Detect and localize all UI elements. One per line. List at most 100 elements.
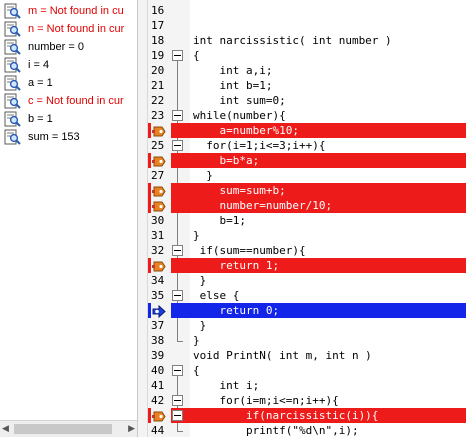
fold-toggle-icon[interactable] (172, 110, 183, 121)
breakpoint-line[interactable]: number=number/10; (148, 198, 466, 213)
panel-splitter[interactable] (138, 0, 148, 437)
breakpoint-icon[interactable] (151, 123, 171, 138)
code-line[interactable]: 19 { (148, 48, 466, 63)
watch-icon (4, 75, 22, 91)
watch-item[interactable]: a = 1 (0, 74, 137, 92)
code-line[interactable]: 31} (148, 228, 466, 243)
code-text: { (193, 364, 200, 377)
code-text: } (193, 274, 207, 287)
scroll-left-icon[interactable]: ◀ (2, 424, 9, 434)
code-line[interactable]: 38} (148, 333, 466, 348)
code-text: int a,i; (193, 64, 273, 77)
watch-item[interactable]: c = Not found in cur (0, 92, 137, 110)
watch-expression: c = Not found in cur (28, 95, 124, 107)
line-number: 16 (151, 3, 171, 18)
breakpoint-icon[interactable] (151, 258, 171, 273)
line-number: 32 (151, 243, 171, 258)
code-editor[interactable]: 16 17 18 int narcissistic( int number ) 19 {2… (148, 0, 466, 437)
code-text: number=number/10; (193, 199, 333, 212)
code-line[interactable]: 18 int narcissistic( int number ) (148, 33, 466, 48)
code-line[interactable]: 40 { (148, 363, 466, 378)
watch-item[interactable]: n = Not found in cur (0, 20, 137, 38)
watch-panel: m = Not found in cu n = Not found in cur n… (0, 0, 138, 437)
code-text: for(i=m;i<=n;i++){ (193, 394, 339, 407)
watch-icon (4, 3, 22, 19)
scroll-thumb[interactable] (14, 424, 112, 434)
code-line[interactable]: 30 b=1; (148, 213, 466, 228)
code-line[interactable]: 22 int sum=0; (148, 93, 466, 108)
code-text: while(number){ (193, 109, 286, 122)
watch-item[interactable]: i = 4 (0, 56, 137, 74)
line-number: 34 (151, 273, 171, 288)
breakpoint-line[interactable]: sum=sum+b; (148, 183, 466, 198)
breakpoint-line[interactable]: if(narcissistic(i)){ (148, 408, 466, 423)
code-line[interactable]: 17 (148, 18, 466, 33)
code-text: int narcissistic( int number ) (193, 34, 392, 47)
code-text: if(sum==number){ (193, 244, 306, 257)
line-number: 18 (151, 33, 171, 48)
breakpoint-icon[interactable] (151, 408, 171, 423)
fold-toggle-icon[interactable] (172, 365, 183, 376)
code-text: { (193, 49, 200, 62)
watch-item[interactable]: b = 1 (0, 110, 137, 128)
watch-icon (4, 129, 22, 145)
code-text: int i; (193, 379, 260, 392)
code-line[interactable]: 32 if(sum==number){ (148, 243, 466, 258)
fold-toggle-icon[interactable] (172, 50, 183, 61)
watch-icon (4, 93, 22, 109)
code-text: else { (193, 289, 240, 302)
code-text: } (193, 319, 207, 332)
watch-expression: a = 1 (28, 77, 53, 89)
line-number: 40 (151, 363, 171, 378)
code-line[interactable]: 34 } (148, 273, 466, 288)
watch-icon (4, 39, 22, 55)
breakpoint-icon[interactable] (151, 183, 171, 198)
watch-expression: sum = 153 (28, 131, 80, 143)
scroll-right-icon[interactable]: ▶ (128, 424, 135, 434)
watch-icon (4, 111, 22, 127)
code-text: b=b*a; (193, 154, 260, 167)
line-number: 30 (151, 213, 171, 228)
breakpoint-icon[interactable] (151, 198, 171, 213)
breakpoint-icon[interactable] (151, 153, 171, 168)
watch-expression: b = 1 (28, 113, 53, 125)
fold-toggle-icon[interactable] (172, 140, 183, 151)
code-line[interactable]: 35 else { (148, 288, 466, 303)
code-line[interactable]: 16 (148, 3, 466, 18)
code-line[interactable]: 23 while(number){ (148, 108, 466, 123)
fold-toggle-icon[interactable] (172, 395, 183, 406)
code-line[interactable]: 39 void PrintN( int m, int n ) (148, 348, 466, 363)
code-line[interactable]: 44 printf("%d\n",i); (148, 423, 466, 437)
line-number: 44 (151, 423, 171, 437)
watch-expression: m = Not found in cu (28, 5, 124, 17)
watch-icon (4, 57, 22, 73)
current-line[interactable]: return 0; (148, 303, 466, 319)
line-number: 37 (151, 318, 171, 333)
watch-item[interactable]: sum = 153 (0, 128, 137, 146)
code-line[interactable]: 42 for(i=m;i<=n;i++){ (148, 393, 466, 408)
code-line[interactable]: 25 for(i=1;i<=3;i++){ (148, 138, 466, 153)
watch-expression: n = Not found in cur (28, 23, 125, 35)
code-text: sum=sum+b; (193, 184, 286, 197)
code-line[interactable]: 20 int a,i; (148, 63, 466, 78)
line-number: 38 (151, 333, 171, 348)
horizontal-scrollbar[interactable]: ◀ ▶ (0, 420, 137, 437)
code-line[interactable]: 41 int i; (148, 378, 466, 393)
code-line[interactable]: 27 } (148, 168, 466, 183)
code-line[interactable]: 37 } (148, 318, 466, 333)
fold-toggle-icon[interactable] (172, 245, 183, 256)
line-number: 35 (151, 288, 171, 303)
breakpoint-line[interactable]: return 1; (148, 258, 466, 273)
breakpoint-line[interactable]: b=b*a; (148, 153, 466, 168)
breakpoint-line[interactable]: a=number%10; (148, 123, 466, 138)
watch-item[interactable]: number = 0 (0, 38, 137, 56)
fold-toggle-icon[interactable] (172, 290, 183, 301)
fold-toggle-icon[interactable] (172, 410, 183, 421)
code-text: } (193, 334, 200, 347)
code-line[interactable]: 21 int b=1; (148, 78, 466, 93)
code-text: for(i=1;i<=3;i++){ (193, 139, 326, 152)
line-number: 20 (151, 63, 171, 78)
current-line-icon[interactable] (151, 303, 171, 319)
watch-item[interactable]: m = Not found in cu (0, 2, 137, 20)
line-number: 17 (151, 18, 171, 33)
